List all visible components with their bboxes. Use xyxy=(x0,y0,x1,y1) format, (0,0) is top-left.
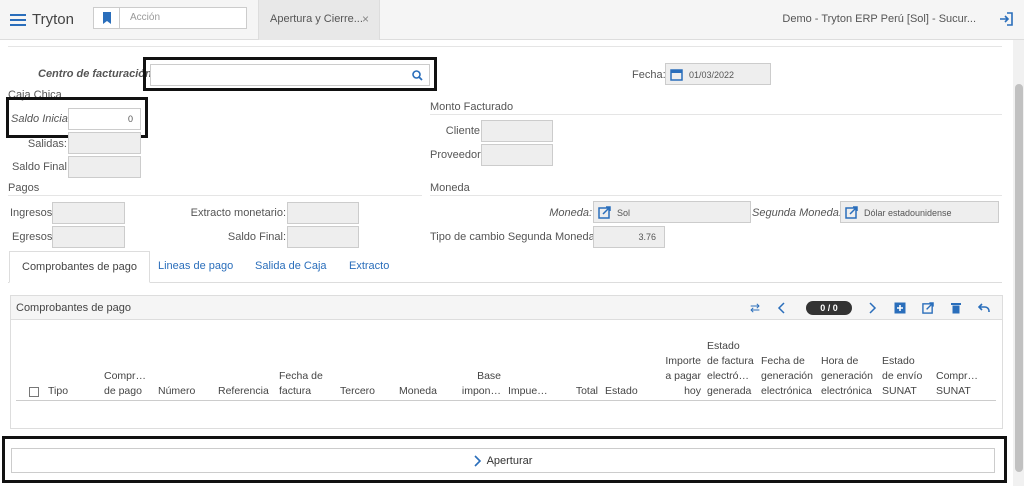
tipo-cambio-field[interactable]: 3.76 xyxy=(593,226,665,248)
moneda-title: Moneda xyxy=(430,182,470,194)
tipo-cambio-value: 3.76 xyxy=(638,232,656,242)
delete-record-button[interactable] xyxy=(945,299,967,317)
highlight-aperturar xyxy=(2,436,1007,483)
new-record-button[interactable] xyxy=(889,299,911,317)
egresos-field[interactable] xyxy=(52,226,125,248)
next-button[interactable] xyxy=(862,299,884,317)
column-numero[interactable]: Número xyxy=(158,384,195,399)
moneda-field[interactable]: Sol xyxy=(593,201,751,223)
proveedor-label: Proveedor xyxy=(430,149,481,161)
tab-salida-de-caja[interactable]: Salida de Caja xyxy=(243,251,339,283)
fecha-value: 01/03/2022 xyxy=(689,70,735,80)
table-header: Tipo Compr… de pago Número Referencia Fec… xyxy=(11,321,1002,399)
tab-lineas-de-pago[interactable]: Lineas de pago xyxy=(146,251,245,283)
segunda-moneda-label: Segunda Moneda: xyxy=(752,207,842,219)
segunda-moneda-field[interactable]: Dólar estadounidense xyxy=(840,201,999,223)
bookmark-button[interactable] xyxy=(94,8,120,28)
salidas-label: Salidas: xyxy=(27,138,67,150)
document-tab-label: Apertura y Cierre... xyxy=(270,13,363,25)
chevron-left-icon xyxy=(777,302,785,314)
document-tab[interactable]: Apertura y Cierre... × xyxy=(258,0,380,40)
switch-icon: ⇄ xyxy=(749,301,761,315)
app-brand: Tryton xyxy=(32,11,74,28)
trash-icon xyxy=(951,303,961,314)
tab-extracto[interactable]: Extracto xyxy=(337,251,401,283)
column-estado-envio[interactable]: Estado de envío SUNAT xyxy=(882,354,922,399)
moneda-label: Moneda: xyxy=(549,207,592,219)
hamburger-icon xyxy=(10,13,26,26)
ingresos-label: Ingresos xyxy=(10,207,53,219)
header-divider xyxy=(16,400,996,401)
company-name[interactable]: Demo - Tryton ERP Perú [Sol] - Sucur... xyxy=(782,13,976,25)
cliente-label: Cliente xyxy=(445,125,480,137)
scrollbar-thumb[interactable] xyxy=(1015,84,1023,472)
centro-label: Centro de facturación: xyxy=(38,68,156,80)
column-referencia[interactable]: Referencia xyxy=(218,384,269,399)
column-tercero[interactable]: Tercero xyxy=(340,384,375,399)
saldo-final-cc-label: Saldo Final xyxy=(11,161,67,173)
action-search[interactable]: Acción xyxy=(93,7,247,29)
chevron-right-icon xyxy=(869,302,877,314)
saldo-final-pagos-label: Saldo Final: xyxy=(227,231,286,243)
logout-icon[interactable] xyxy=(999,12,1013,26)
column-base-imponible[interactable]: Base impon… xyxy=(459,369,501,399)
salidas-field[interactable] xyxy=(68,132,141,154)
cliente-field[interactable] xyxy=(481,120,553,142)
close-tab-icon[interactable]: × xyxy=(362,12,369,26)
column-tipo[interactable]: Tipo xyxy=(48,384,68,399)
column-fecha-factura[interactable]: Fecha de factura xyxy=(279,369,323,399)
column-comprobante-sunat[interactable]: Compr… SUNAT xyxy=(936,369,978,399)
pagos-divider xyxy=(8,195,422,196)
panel-toolbar: Comprobantes de pago ⇄ 0 / 0 xyxy=(11,296,1002,320)
extracto-monetario-label: Extracto monetario: xyxy=(190,207,286,219)
highlight-centro xyxy=(143,57,437,91)
ingresos-field[interactable] xyxy=(52,202,125,224)
tab-comprobantes-de-pago[interactable]: Comprobantes de pago xyxy=(9,251,150,283)
open-link-icon xyxy=(922,302,934,314)
plus-square-icon xyxy=(894,302,906,314)
fecha-field[interactable]: 01/03/2022 xyxy=(665,63,771,85)
tipo-cambio-label: Tipo de cambio Segunda Moneda: xyxy=(430,231,598,243)
form-top-divider xyxy=(8,46,1002,47)
column-impuesto[interactable]: Impue… xyxy=(508,384,548,399)
monto-divider xyxy=(430,114,1002,115)
saldo-final-pagos-field[interactable] xyxy=(287,226,359,248)
previous-button[interactable] xyxy=(770,299,792,317)
column-moneda[interactable]: Moneda xyxy=(399,384,437,399)
proveedor-field[interactable] xyxy=(481,144,553,166)
record-count: 0 / 0 xyxy=(806,301,852,315)
undo-icon xyxy=(978,303,990,312)
column-fecha-generacion[interactable]: Fecha de generación electrónica xyxy=(761,354,813,399)
monto-facturado-title: Monto Facturado xyxy=(430,101,514,113)
select-all-checkbox[interactable] xyxy=(29,387,39,397)
moneda-divider xyxy=(430,195,1002,196)
action-placeholder: Acción xyxy=(130,12,161,23)
column-importe-a-pagar[interactable]: Importe a pagar hoy xyxy=(659,354,701,399)
column-hora-generacion[interactable]: Hora de generación electrónica xyxy=(821,354,873,399)
undo-button[interactable] xyxy=(973,299,995,317)
top-navbar: Tryton Acción Apertura y Cierre... × Dem… xyxy=(0,0,1024,40)
switch-view-button[interactable]: ⇄ xyxy=(744,299,766,317)
fecha-label: Fecha: xyxy=(632,69,666,81)
open-record-button[interactable] xyxy=(917,299,939,317)
saldo-final-cc-field[interactable] xyxy=(68,156,141,178)
egresos-label: Egresos xyxy=(12,231,53,243)
open-link-icon[interactable] xyxy=(845,206,858,219)
segunda-moneda-value: Dólar estadounidense xyxy=(864,208,952,218)
extracto-monetario-field[interactable] xyxy=(287,202,359,224)
panel-title: Comprobantes de pago xyxy=(16,302,131,314)
pagos-title: Pagos xyxy=(8,182,40,194)
menu-toggle[interactable]: Tryton xyxy=(10,11,74,28)
page-scrollbar[interactable] xyxy=(1013,40,1024,486)
open-link-icon[interactable] xyxy=(598,206,611,219)
calendar-icon[interactable] xyxy=(670,68,683,81)
column-estado[interactable]: Estado xyxy=(605,384,638,399)
comprobantes-panel: Comprobantes de pago ⇄ 0 / 0 Tipo Compr…… xyxy=(10,295,1003,429)
column-comprobante[interactable]: Compr… de pago xyxy=(104,369,146,399)
bookmark-icon xyxy=(102,12,111,24)
column-total[interactable]: Total xyxy=(571,384,598,399)
moneda-value: Sol xyxy=(617,208,631,218)
column-estado-factura[interactable]: Estado de factura electró… generada xyxy=(707,339,754,399)
